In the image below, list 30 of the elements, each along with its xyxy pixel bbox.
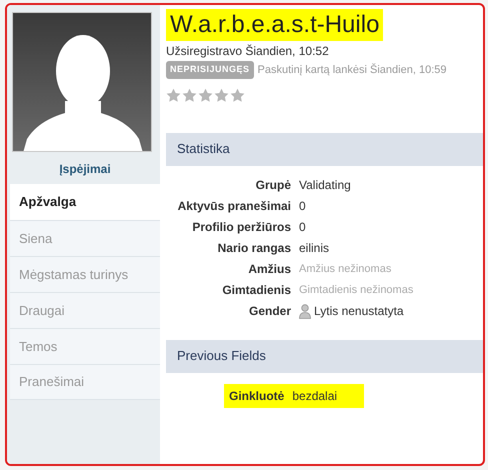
field-label: Profilio peržiūros — [191, 218, 291, 234]
person-icon — [299, 304, 311, 318]
field-value: 0 — [299, 198, 306, 214]
last-visit: Paskutinį kartą lankėsi Šiandien, 10:59 — [258, 62, 446, 78]
field-label: Gimtadienis — [221, 282, 291, 298]
nav-tab[interactable]: Pranešimai — [10, 364, 160, 400]
warnings-link[interactable]: Įspėjimai — [59, 160, 111, 182]
status-badge: NEPRISIJUNGĘS — [166, 61, 254, 78]
field-label: Gender — [248, 302, 291, 318]
nav-tab[interactable]: Siena — [10, 220, 160, 256]
field-value: eilinis — [299, 240, 330, 256]
registration-date: Užsiregistravo Šiandien, 10:52 — [166, 43, 330, 59]
section-header: Previous Fields — [166, 340, 483, 372]
field-value: Amžius nežinomas — [299, 262, 392, 276]
field-value: Lytis nenustatyta — [314, 302, 404, 318]
section-header: Statistika — [166, 132, 483, 166]
field-label: Aktyvūs pranešimai — [176, 198, 291, 214]
field-value: bezdalai — [292, 388, 338, 404]
field-label: Nario rangas — [216, 240, 291, 256]
profile-name: W.a.r.b.e.a.s.t-Huilo — [166, 9, 384, 41]
field-value: Validating — [299, 176, 351, 192]
field-value: 0 — [299, 218, 306, 234]
field-label: Ginkluotė — [229, 388, 284, 404]
field-value: Gimtadienis nežinomas — [299, 282, 414, 298]
nav-tab[interactable]: Draugai — [10, 292, 160, 328]
nav-tab[interactable]: Mėgstamas turinys — [10, 256, 160, 292]
nav-tab[interactable]: Apžvalga — [10, 184, 160, 220]
field-label: Grupė — [254, 176, 291, 192]
field-label: Amžius — [247, 260, 291, 276]
nav-tab[interactable]: Temos — [10, 328, 160, 364]
